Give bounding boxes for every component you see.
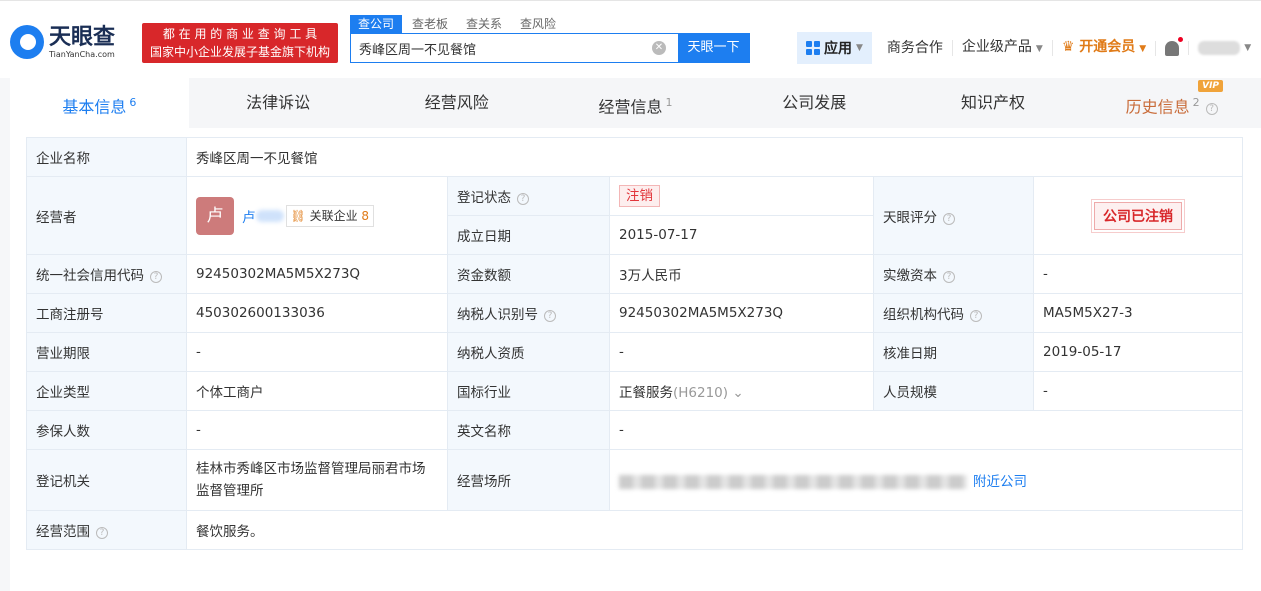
slogan-line: 国家中小企业发展子基金旗下机构 [149,45,330,59]
table-row: 参保人数 - 英文名称 - [26,410,1244,450]
tab-risk[interactable]: 经营风险 [367,78,546,128]
user-avatar [1198,41,1241,55]
table-row: 工商注册号 450302600133036 纳税人识别号? 92450302MA5M5… [26,293,1244,333]
related-companies-button[interactable]: ⛓ 关联企业 8 [285,204,375,227]
search-tab-risk[interactable]: 查风险 [512,15,564,33]
enterprise-menu[interactable]: 企业级产品 ▼ [951,39,1052,56]
table-row: 登记机关 桂林市秀峰区市场监督管理局丽君市场监督管理所 经营场所 附近公司 [26,449,1244,511]
operator-link[interactable]: 卢 [242,210,256,226]
table-row: 企业类型 个体工商户 国标行业 正餐服务(H6210) ⌄ 人员规模 - [26,371,1244,411]
search-input[interactable] [351,34,652,62]
table-row: 企业名称 秀峰区周一不见餐馆 [26,137,1244,177]
apps-menu[interactable]: 应用 ▼ [797,32,872,64]
vip-label: 开通会员 [1079,39,1136,55]
help-icon[interactable]: ? [96,527,108,539]
section-tabs: 基本信息 6 法律诉讼 经营风险 经营信息 1 公司发展 知识产权 历史信息 2? VI… [10,78,1261,128]
basic-info-table: 企业名称 秀峰区周一不见餐馆 经营者 卢卢 ⛓ 关联企业 8 登记状态? 注销 天眼… [26,137,1244,550]
help-icon[interactable]: ? [970,310,982,322]
tab-development[interactable]: 公司发展 [725,78,904,128]
logo-domain: TianYanCha.com [49,49,115,59]
table-row: 经营范围? 餐饮服务。 [26,510,1244,550]
slogan-line: 都 在 用 的 商 业 查 询 工 具 [162,27,318,41]
logo-icon [10,25,44,59]
help-icon[interactable]: ? [1205,103,1218,116]
logo-text: 天眼查 [49,24,116,50]
help-icon[interactable]: ? [943,212,955,225]
tab-operations[interactable]: 经营信息 1 [546,78,725,128]
status-badge: 注销 [619,185,660,207]
enterprise-label: 企业级产品 [961,39,1032,55]
slogan-banner[interactable]: 都 在 用 的 商 业 查 询 工 具国家中小企业发展子基金旗下机构 [142,23,338,63]
avatar: 卢 [196,196,234,235]
tab-ip[interactable]: 知识产权 [904,78,1083,128]
chevron-down-icon: ⌄ [732,385,744,401]
help-icon[interactable]: ? [150,271,162,283]
table-row: 经营者 卢卢 ⛓ 关联企业 8 登记状态? 注销 天眼评分? 公司已注销 [26,176,1244,255]
deregistered-stamp: 公司已注销 [1091,198,1186,233]
crown-icon: ♛ [1061,39,1075,55]
vip-menu[interactable]: ♛ 开通会员 ▼ [1051,39,1155,56]
grid-icon [806,41,820,55]
search-tab-relation[interactable]: 查关系 [458,15,510,33]
caret-down-icon: ▼ [1139,44,1147,54]
clear-icon[interactable]: ✕ [652,41,666,55]
table-row: 营业期限 - 纳税人资质 - 核准日期 2019-05-17 [26,332,1244,372]
basic-info-panel: 企业名称 秀峰区周一不见餐馆 经营者 卢卢 ⛓ 关联企业 8 登记状态? 注销 天眼… [10,128,1261,591]
nearby-companies-link[interactable]: 附近公司 [973,474,1027,490]
help-icon[interactable]: ? [544,310,556,322]
search-tab-boss[interactable]: 查老板 [404,15,456,33]
tab-legal[interactable]: 法律诉讼 [189,78,368,128]
industry-dropdown[interactable]: 正餐服务(H6210) ⌄ [609,371,874,411]
top-header: 天眼查 TianYanCha.com 都 在 用 的 商 业 查 询 工 具国家中… [0,0,1261,78]
vip-badge: VIP [1198,80,1224,92]
user-menu[interactable]: ▼ [1188,41,1260,55]
help-icon[interactable]: ? [943,271,955,283]
company-name: 秀峰区周一不见餐馆 [185,137,1244,177]
caret-down-icon: ▼ [1035,44,1043,54]
business-link[interactable]: 商务合作 [878,41,952,55]
bell-icon [1165,36,1184,56]
apps-label: 应用 [824,41,852,57]
tab-basic-info[interactable]: 基本信息 6 [10,78,189,128]
network-icon: ⛓ [290,208,306,223]
logo[interactable]: 天眼查 TianYanCha.com [10,25,115,59]
help-icon[interactable]: ? [517,193,529,205]
address-blurred [619,475,967,489]
table-row: 统一社会信用代码? 92450302MA5M5X273Q 资金数额 3万人民币 实缴资本… [26,254,1244,294]
operator-cell: 卢卢 ⛓ 关联企业 8 [186,176,448,255]
search-tab-company[interactable]: 查公司 [350,15,403,33]
tab-history[interactable]: 历史信息 2? VIP [1082,78,1261,128]
caret-down-icon: ▼ [856,43,863,53]
caret-down-icon: ▼ [1244,43,1252,53]
notifications[interactable] [1155,36,1188,56]
search-button[interactable]: 天眼一下 [678,34,749,62]
